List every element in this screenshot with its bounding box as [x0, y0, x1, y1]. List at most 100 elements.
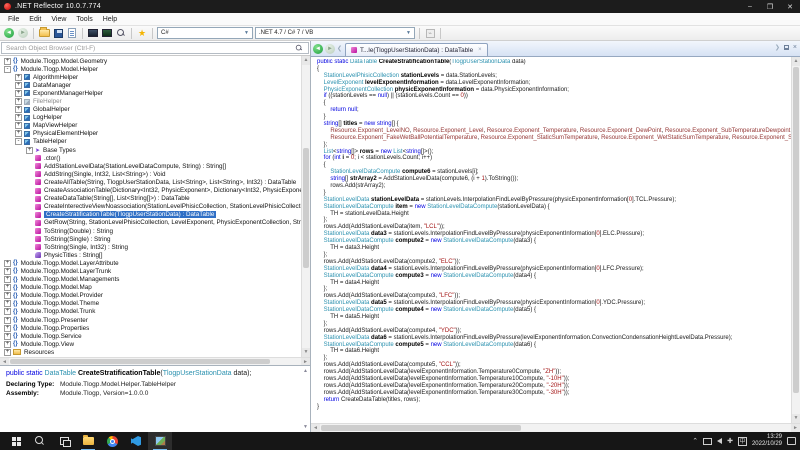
save-button[interactable] [52, 27, 64, 39]
tree-item[interactable]: +DataManager [0, 81, 301, 89]
menu-item-tools[interactable]: Tools [71, 15, 97, 24]
tree-item[interactable]: -{}Module.Tlogp.Model.Helper [0, 65, 301, 73]
expander-icon[interactable]: + [15, 82, 22, 89]
file-explorer-button[interactable] [76, 432, 100, 450]
expander-icon[interactable]: + [4, 58, 11, 65]
tree-item[interactable]: +{}Module.Tlogp.Model.LayerAttribute [0, 259, 301, 267]
scroll-right-icon[interactable]: ► [791, 424, 800, 432]
assembly-list-button[interactable] [87, 27, 99, 39]
tab-scroll-left-icon[interactable]: ❮ [337, 45, 342, 52]
tree-item[interactable]: AddStationLevelData(StationLevelDataComp… [0, 162, 301, 170]
hidden-icons-button[interactable]: ⌃ [692, 437, 698, 445]
tree-item[interactable]: GetRow(String, StationLevelPhisicCollect… [0, 219, 301, 227]
scroll-right-icon[interactable]: ► [301, 358, 310, 365]
expander-icon[interactable]: + [4, 308, 11, 315]
code-vertical-scrollbar[interactable]: ▲ ▼ [791, 57, 800, 423]
menu-item-view[interactable]: View [46, 15, 71, 24]
tree-item[interactable]: +FileHelper [0, 97, 301, 105]
expander-icon[interactable]: + [4, 333, 11, 340]
menu-item-edit[interactable]: Edit [24, 15, 46, 24]
tree-item[interactable]: +{}Module.Tlogp.Service [0, 332, 301, 340]
tree-item[interactable]: -TableHelper [0, 138, 301, 146]
assembly-source-button[interactable] [101, 27, 113, 39]
taskbar-clock[interactable]: 13:29 2022/10/29 [752, 434, 782, 448]
framework-select[interactable]: .NET 4.7 / C# 7 / VB▼ [255, 27, 415, 39]
close-button[interactable]: ✕ [780, 0, 800, 13]
code-horizontal-scrollbar[interactable]: ◄ ► [311, 423, 800, 432]
tree-item[interactable]: CreateAllTable(String, TlogpUserStationD… [0, 178, 301, 186]
expander-icon[interactable]: + [4, 292, 11, 299]
action-center-icon[interactable] [787, 437, 796, 445]
expander-icon[interactable]: + [15, 98, 22, 105]
tree-horizontal-scrollbar[interactable]: ◄ ► [0, 357, 310, 365]
tree-item[interactable]: +AlgorithmHelper [0, 73, 301, 81]
tree-item[interactable]: +ExponentManagerHelper [0, 89, 301, 97]
maximize-button[interactable]: ❐ [760, 0, 780, 13]
scroll-down-icon[interactable]: ▼ [302, 348, 310, 357]
expander-icon[interactable]: + [15, 122, 22, 129]
tree-item[interactable]: CreateAssociationTable(Dictionary<Int32,… [0, 187, 301, 195]
tree-item[interactable]: +➤Base Types [0, 146, 301, 154]
details-scroll-up-icon[interactable]: ▲ [303, 368, 308, 374]
volume-icon[interactable] [717, 438, 722, 444]
tree-item[interactable]: +MapViewHelper [0, 122, 301, 130]
history-forward-button[interactable]: ► [325, 44, 335, 54]
tree-item[interactable]: ToString(Double) : String [0, 227, 301, 235]
expander-icon[interactable]: + [15, 74, 22, 81]
input-icon[interactable]: ✚ [727, 437, 733, 445]
scroll-down-icon[interactable]: ▼ [792, 414, 800, 423]
menu-item-file[interactable]: File [3, 15, 24, 24]
tab-decompiled-method[interactable]: T...le(TlogpUserStationData) : DataTable… [345, 43, 488, 56]
decompiled-source[interactable]: public static DataTable CreateStratifica… [317, 59, 791, 423]
expander-icon[interactable]: + [4, 341, 11, 348]
tree-item[interactable]: +PhysicalElementHelper [0, 130, 301, 138]
expander-icon[interactable]: + [15, 90, 22, 97]
tree-item[interactable]: +{}Module.Tlogp.Model.LayerTrunk [0, 267, 301, 275]
expander-icon[interactable]: + [4, 325, 11, 332]
scroll-left-icon[interactable]: ◄ [311, 424, 320, 432]
title-bar[interactable]: .NET Reflector 10.0.7.774 – ❐ ✕ [0, 0, 800, 13]
tree-item[interactable]: +GlobalHelper [0, 106, 301, 114]
expander-icon[interactable]: + [4, 260, 11, 267]
export-button[interactable] [66, 27, 78, 39]
history-back-button[interactable]: ◄ [313, 44, 323, 54]
tree-item[interactable]: +{}Module.Tlogp.Presenter [0, 316, 301, 324]
tree-item[interactable]: AddString(Single, Int32, List<String>) :… [0, 170, 301, 178]
menu-item-help[interactable]: Help [98, 15, 122, 24]
expander-icon[interactable]: + [4, 317, 11, 324]
attach-button[interactable]: ⌁ [424, 27, 436, 39]
minimize-button[interactable]: – [740, 0, 760, 13]
expander-icon[interactable]: + [4, 349, 11, 356]
details-scroll-down-icon[interactable]: ▼ [303, 424, 308, 430]
pin-icon[interactable] [784, 45, 789, 50]
expander-icon[interactable]: + [4, 268, 11, 275]
back-button[interactable]: ◄ [3, 27, 15, 39]
photos-button[interactable] [148, 432, 172, 450]
tree-item[interactable]: .ctor() [0, 154, 301, 162]
expander-icon[interactable]: - [4, 66, 11, 73]
expander-icon[interactable]: + [4, 284, 11, 291]
language-select[interactable]: C#▼ [157, 27, 253, 39]
expander-icon[interactable]: + [26, 147, 33, 154]
tree-item[interactable]: +{}Module.Tlogp.Model.Map [0, 284, 301, 292]
chrome-button[interactable] [100, 432, 124, 450]
tree-item[interactable]: +LogHelper [0, 114, 301, 122]
display-icon[interactable] [703, 438, 712, 445]
expander-icon[interactable]: + [15, 114, 22, 121]
expander-icon[interactable]: - [15, 138, 22, 145]
expander-icon[interactable]: + [4, 300, 11, 307]
expander-icon[interactable]: + [15, 130, 22, 137]
vscode-button[interactable] [124, 432, 148, 450]
scroll-up-icon[interactable]: ▲ [302, 56, 310, 65]
tree-item[interactable]: +{}Module.Tlogp.Properties [0, 324, 301, 332]
favorites-button[interactable]: ★ [136, 27, 148, 39]
scroll-up-icon[interactable]: ▲ [792, 57, 800, 66]
forward-button[interactable]: ► [17, 27, 29, 39]
open-assembly-button[interactable] [38, 27, 50, 39]
tab-close-icon[interactable]: × [478, 47, 482, 53]
tree-item[interactable]: ToString(Single) : String [0, 235, 301, 243]
expander-icon[interactable]: + [15, 106, 22, 113]
ime-icon[interactable]: 中 [738, 437, 747, 446]
tree-item[interactable]: +{}Module.Tlogp.Model.Geometry [0, 57, 301, 65]
tree-item[interactable]: +{}Module.Tlogp.Model.Theme [0, 300, 301, 308]
